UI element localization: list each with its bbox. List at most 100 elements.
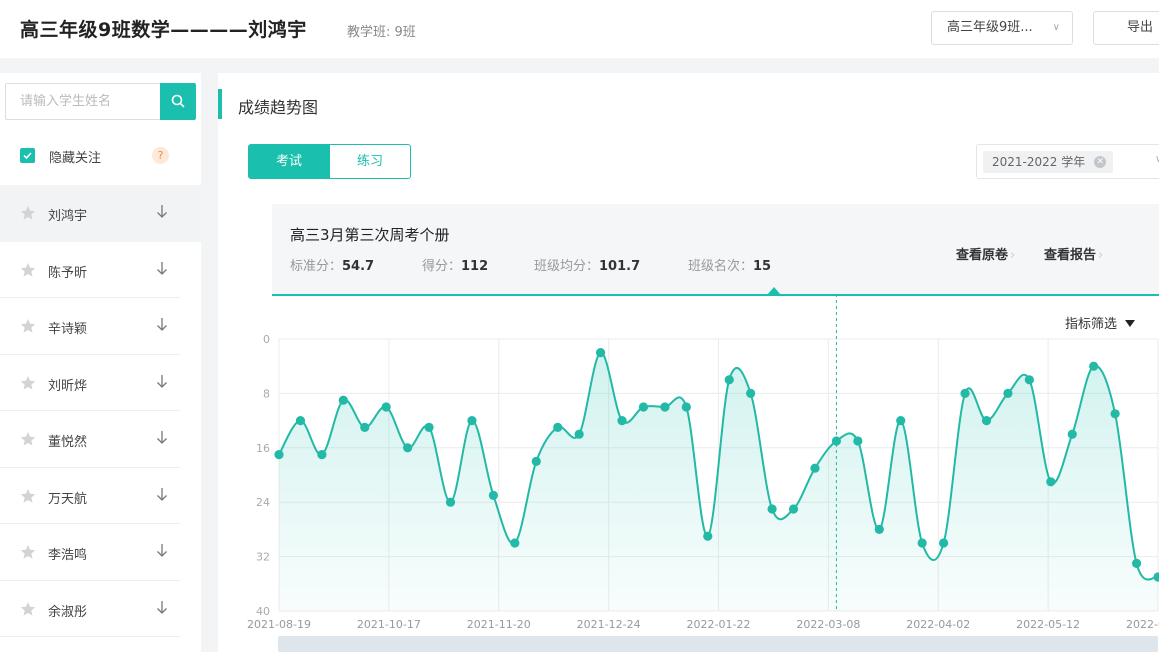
data-point [295, 416, 306, 426]
student-name: 刘昕烨 [48, 378, 88, 394]
data-point [1003, 388, 1013, 398]
data-point [703, 531, 713, 541]
star-icon[interactable] [20, 318, 36, 338]
student-sidebar: 隐藏关注 ? 刘鸿宇陈予昕辛诗颖刘昕烨董悦然万天航李浩鸣余淑彤 [0, 73, 201, 652]
data-point [360, 422, 370, 432]
student-name: 董悦然 [48, 435, 88, 450]
arrow-down-icon[interactable] [156, 599, 168, 619]
data-point [595, 348, 606, 358]
y-tick-label: 40 [256, 605, 270, 618]
search-icon [171, 94, 185, 108]
data-point [445, 497, 456, 507]
data-point [788, 504, 799, 514]
student-item[interactable]: 辛诗颖 [0, 298, 180, 355]
x-tick-label: 2022-05-26 [1126, 618, 1159, 631]
x-tick-label: 2021-10-17 [357, 618, 421, 631]
student-item[interactable]: 刘鸿宇 [0, 185, 201, 242]
y-tick-label: 16 [256, 442, 270, 455]
data-point [381, 402, 391, 412]
data-point [617, 416, 627, 426]
class-select[interactable]: 高三年级9班... ∨ [931, 11, 1073, 45]
data-point [574, 429, 584, 439]
chart-zoom-scrollbar[interactable] [278, 636, 1158, 652]
hide-focus-toggle[interactable]: 隐藏关注 ? [20, 143, 190, 169]
arrow-down-icon[interactable] [156, 542, 168, 562]
star-icon[interactable] [20, 488, 36, 508]
student-item[interactable]: 万天航 [0, 468, 180, 524]
data-point [1024, 375, 1034, 385]
page-title: 高三年级9班数学————刘鸿宇 [20, 19, 307, 41]
main-panel: 成绩趋势图 考试 练习 2021-2022 学年 ✕ ∨ 高三3月第三次周考个册… [218, 73, 1159, 652]
data-point [1089, 361, 1099, 371]
data-point [317, 450, 327, 460]
data-point [681, 402, 691, 412]
class-select-value: 高三年级9班... [947, 20, 1033, 35]
y-tick-label: 32 [256, 551, 270, 564]
star-icon[interactable] [20, 205, 36, 225]
x-tick-label: 2022-01-22 [687, 618, 751, 631]
data-point [746, 388, 756, 398]
student-name: 李浩鸣 [48, 548, 88, 563]
data-point [960, 388, 970, 398]
data-point [767, 504, 777, 514]
export-button[interactable]: 导出 [1093, 11, 1159, 45]
data-point [403, 443, 413, 453]
class-subtitle: 教学班: 9班 [347, 25, 416, 40]
star-icon[interactable] [20, 544, 36, 564]
student-item[interactable]: 刘昕烨 [0, 355, 180, 411]
data-point [1046, 477, 1056, 487]
data-point [488, 490, 498, 500]
data-point [467, 416, 477, 426]
x-tick-label: 2021-08-19 [247, 618, 311, 631]
hide-focus-checkbox[interactable] [20, 148, 35, 163]
data-point [874, 524, 884, 534]
data-point [424, 422, 434, 432]
help-icon[interactable]: ? [152, 147, 169, 164]
search-button[interactable] [160, 83, 196, 120]
x-tick-label: 2021-11-20 [467, 618, 531, 631]
chevron-down-icon: ∨ [1052, 22, 1060, 33]
arrow-down-icon[interactable] [156, 373, 168, 393]
arrow-down-icon[interactable] [156, 486, 168, 506]
x-tick-label: 2022-05-12 [1016, 618, 1080, 631]
data-point [510, 538, 520, 548]
star-icon[interactable] [20, 375, 36, 395]
student-item[interactable]: 余淑彤 [0, 581, 180, 637]
data-point [660, 402, 670, 412]
star-icon[interactable] [20, 262, 36, 282]
top-header: 高三年级9班数学————刘鸿宇 教学班: 9班 高三年级9班... ∨ 导出 [0, 0, 1159, 58]
student-name: 余淑彤 [48, 604, 88, 620]
x-tick-label: 2022-04-02 [906, 618, 970, 631]
y-tick-label: 24 [256, 496, 270, 509]
student-item[interactable]: 董悦然 [0, 411, 180, 468]
student-name: 万天航 [48, 491, 88, 507]
data-point [638, 402, 649, 412]
data-point [531, 456, 541, 466]
y-tick-label: 0 [263, 333, 270, 346]
data-point [939, 538, 949, 548]
student-search-input[interactable] [5, 83, 160, 120]
data-point [338, 395, 348, 405]
student-item[interactable]: 李浩鸣 [0, 524, 180, 581]
student-name: 刘鸿宇 [48, 209, 88, 224]
arrow-down-icon[interactable] [156, 429, 168, 449]
hide-focus-label: 隐藏关注 [49, 151, 102, 166]
arrow-down-icon[interactable] [156, 260, 168, 280]
data-point [853, 436, 863, 446]
star-icon[interactable] [20, 431, 36, 451]
data-point [831, 436, 842, 446]
data-point [1110, 409, 1120, 419]
student-item[interactable]: 陈予昕 [0, 242, 180, 298]
data-point [724, 375, 734, 385]
data-point [1131, 558, 1142, 568]
student-name: 陈予昕 [48, 265, 88, 281]
arrow-down-icon[interactable] [156, 203, 168, 223]
x-tick-label: 2021-12-24 [577, 618, 641, 631]
data-point [274, 450, 284, 460]
check-icon [23, 152, 32, 160]
star-icon[interactable] [20, 601, 36, 621]
student-list: 刘鸿宇陈予昕辛诗颖刘昕烨董悦然万天航李浩鸣余淑彤 [0, 185, 201, 637]
data-point [981, 416, 992, 426]
arrow-down-icon[interactable] [156, 316, 168, 336]
data-point [553, 422, 563, 432]
